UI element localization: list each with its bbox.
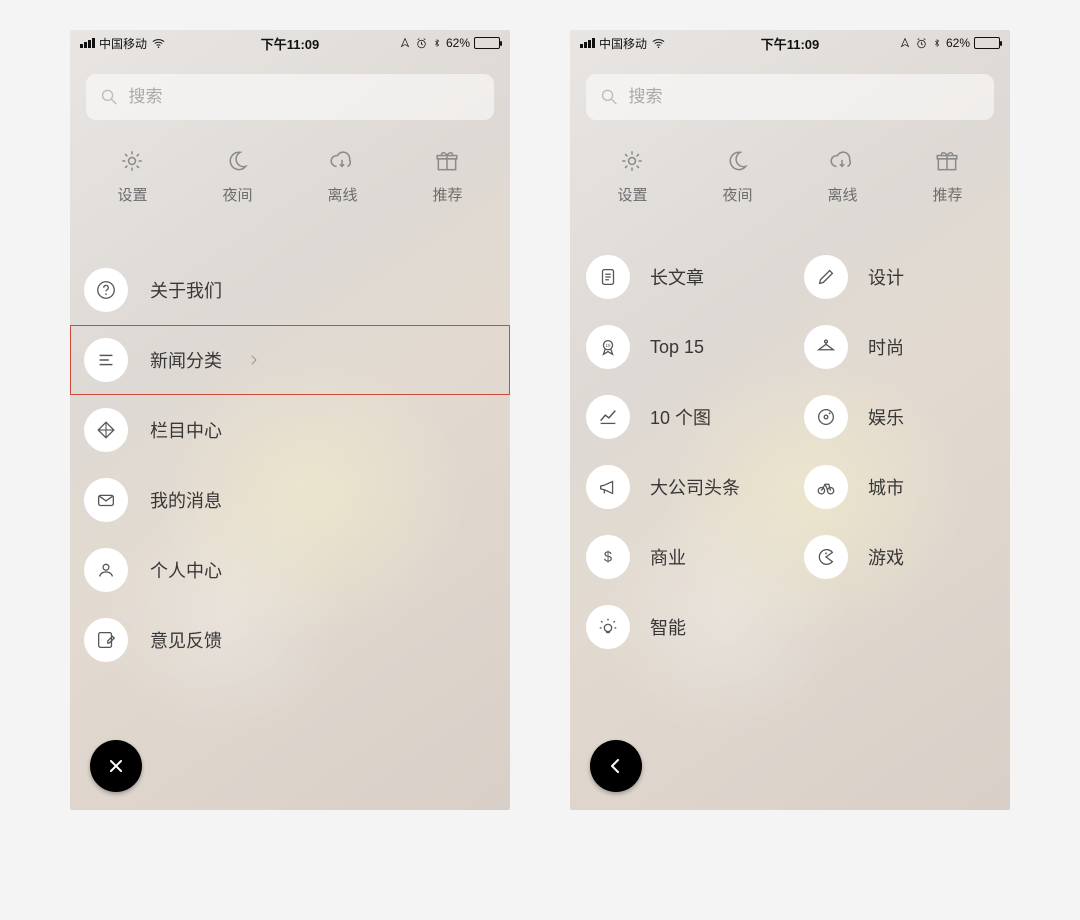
dollar-icon	[586, 535, 630, 579]
action-offline[interactable]: 离线	[827, 148, 857, 205]
quick-actions: 设置 夜间 离线 推荐	[80, 148, 500, 205]
search-input[interactable]	[129, 87, 481, 107]
menu-about[interactable]: 关于我们	[70, 255, 510, 325]
cat-label: 10 个图	[650, 404, 711, 430]
megaphone-icon	[586, 465, 630, 509]
chevron-right-icon	[246, 352, 262, 368]
cloud-download-icon	[329, 148, 355, 174]
action-night[interactable]: 夜间	[222, 148, 252, 205]
moon-icon	[724, 148, 750, 174]
close-button[interactable]	[90, 740, 142, 792]
disc-icon	[804, 395, 848, 439]
search-icon	[600, 87, 619, 107]
gear-icon	[119, 148, 145, 174]
cat-label: 商业	[650, 544, 686, 570]
cat-entertainment[interactable]: 娱乐	[790, 395, 1008, 439]
search-input[interactable]	[629, 87, 981, 107]
cat-label: 智能	[650, 614, 686, 640]
cat-city[interactable]: 城市	[790, 465, 1008, 509]
bulb-icon	[586, 605, 630, 649]
badge-icon	[586, 325, 630, 369]
list-icon	[84, 338, 128, 382]
status-bar: 中国移动 下午11:09 62%	[70, 30, 510, 54]
cat-label: 时尚	[868, 334, 904, 360]
pacman-icon	[804, 535, 848, 579]
phone-right: 中国移动 下午11:09 62% 设置 夜间 离线 推荐	[570, 30, 1010, 810]
gift-icon	[434, 148, 460, 174]
cat-long-article[interactable]: 长文章	[572, 255, 790, 299]
menu-label: 我的消息	[150, 487, 222, 513]
cat-fashion[interactable]: 时尚	[790, 325, 1008, 369]
menu-news-categories[interactable]: 新闻分类	[70, 325, 510, 395]
cat-label: 游戏	[868, 544, 904, 570]
cat-business[interactable]: 商业	[572, 535, 790, 579]
hanger-icon	[804, 325, 848, 369]
document-icon	[586, 255, 630, 299]
cat-design[interactable]: 设计	[790, 255, 1008, 299]
person-icon	[84, 548, 128, 592]
cat-label: 设计	[868, 264, 904, 290]
battery-icon	[974, 37, 1000, 49]
action-label: 离线	[327, 184, 357, 205]
chart-icon	[586, 395, 630, 439]
back-button[interactable]	[590, 740, 642, 792]
cat-10pics[interactable]: 10 个图	[572, 395, 790, 439]
pencil-icon	[804, 255, 848, 299]
close-icon	[104, 754, 128, 778]
category-grid: 长文章 设计 Top 15 时尚 10 个图 娱乐 大公司头条 城市	[572, 255, 1008, 649]
menu-label: 意见反馈	[150, 627, 222, 653]
menu-list: 关于我们 新闻分类 栏目中心 我的消息 个人中心 意见反馈	[70, 255, 510, 675]
bike-icon	[804, 465, 848, 509]
cat-bigcompany[interactable]: 大公司头条	[572, 465, 790, 509]
cat-game[interactable]: 游戏	[790, 535, 1008, 579]
gear-icon	[619, 148, 645, 174]
quick-actions: 设置 夜间 离线 推荐	[580, 148, 1000, 205]
cat-label: 娱乐	[868, 404, 904, 430]
action-label: 设置	[117, 184, 147, 205]
clock: 下午11:09	[570, 34, 1010, 53]
phone-left: 中国移动 下午11:09 62% 设置 夜间 离线 推荐	[70, 30, 510, 810]
action-offline[interactable]: 离线	[327, 148, 357, 205]
search-bar[interactable]	[86, 74, 494, 120]
action-label: 设置	[617, 184, 647, 205]
cat-label: 大公司头条	[650, 474, 740, 500]
battery-icon	[474, 37, 500, 49]
action-label: 夜间	[222, 184, 252, 205]
menu-label: 个人中心	[150, 557, 222, 583]
clock: 下午11:09	[70, 34, 510, 53]
chevron-left-icon	[604, 754, 628, 778]
cat-top15[interactable]: Top 15	[572, 325, 790, 369]
highlight-box	[70, 325, 510, 395]
status-bar: 中国移动 下午11:09 62%	[570, 30, 1010, 54]
action-settings[interactable]: 设置	[117, 148, 147, 205]
search-icon	[100, 87, 119, 107]
menu-label: 关于我们	[150, 277, 222, 303]
cat-label: Top 15	[650, 337, 704, 358]
menu-profile[interactable]: 个人中心	[70, 535, 510, 605]
action-settings[interactable]: 设置	[617, 148, 647, 205]
cat-label: 城市	[868, 474, 904, 500]
action-label: 推荐	[432, 184, 462, 205]
search-bar[interactable]	[586, 74, 994, 120]
action-recommend[interactable]: 推荐	[932, 148, 962, 205]
edit-icon	[84, 618, 128, 662]
action-label: 离线	[827, 184, 857, 205]
cat-label: 长文章	[650, 264, 704, 290]
gift-icon	[934, 148, 960, 174]
menu-messages[interactable]: 我的消息	[70, 465, 510, 535]
diamond-icon	[84, 408, 128, 452]
action-label: 夜间	[722, 184, 752, 205]
question-icon	[84, 268, 128, 312]
menu-label: 新闻分类	[150, 347, 222, 373]
menu-columns[interactable]: 栏目中心	[70, 395, 510, 465]
action-night[interactable]: 夜间	[722, 148, 752, 205]
action-recommend[interactable]: 推荐	[432, 148, 462, 205]
moon-icon	[224, 148, 250, 174]
menu-feedback[interactable]: 意见反馈	[70, 605, 510, 675]
menu-label: 栏目中心	[150, 417, 222, 443]
action-label: 推荐	[932, 184, 962, 205]
cat-smart[interactable]: 智能	[572, 605, 790, 649]
cloud-download-icon	[829, 148, 855, 174]
mail-icon	[84, 478, 128, 522]
